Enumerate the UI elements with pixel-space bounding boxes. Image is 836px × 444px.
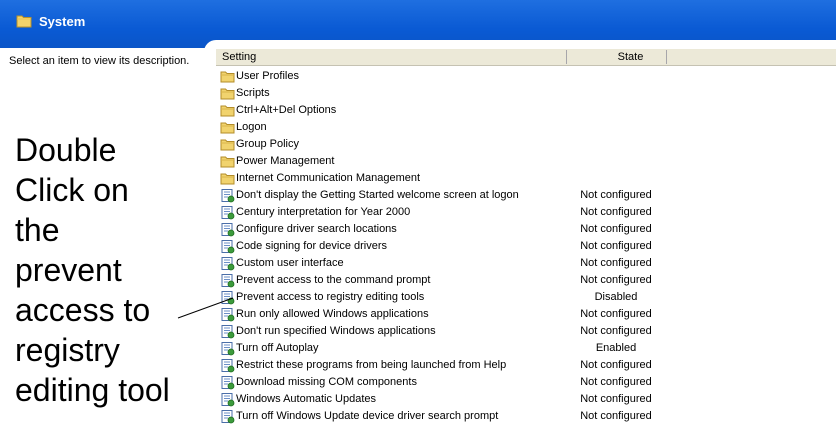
annotation-line: Click on bbox=[15, 172, 129, 208]
annotation-line: prevent bbox=[15, 252, 122, 288]
annotation-line: registry bbox=[15, 332, 120, 368]
annotation-line: the bbox=[15, 212, 60, 248]
annotation-line: access to bbox=[15, 292, 151, 328]
annotation-line: editing tool bbox=[15, 372, 170, 408]
annotation-text: Double Click on the prevent access to registr… bbox=[15, 130, 170, 410]
annotation-line: Double bbox=[15, 132, 117, 168]
